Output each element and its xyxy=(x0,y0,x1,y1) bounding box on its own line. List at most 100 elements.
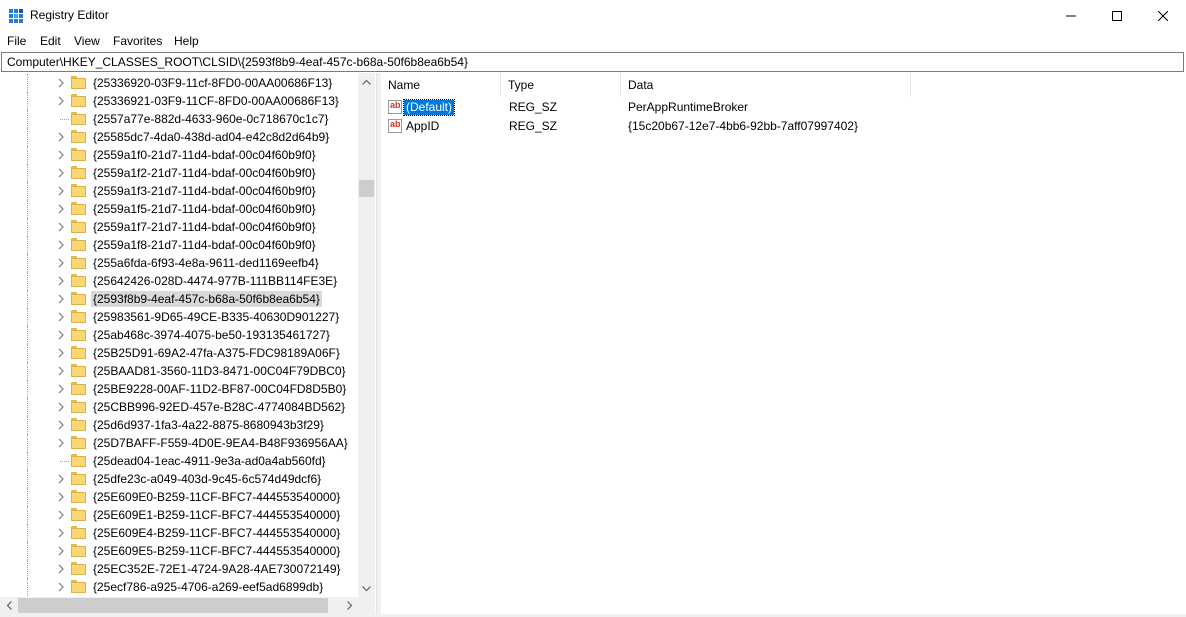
tree-item[interactable]: {25ecf786-a925-4706-a269-eef5ad6899db} xyxy=(0,578,356,596)
scroll-down-button[interactable] xyxy=(358,580,375,597)
tree-guide-line xyxy=(27,542,29,560)
expand-chevron-icon[interactable] xyxy=(56,311,66,323)
tree-item-label: {25983561-9D65-49CE-B335-40630D901227} xyxy=(93,310,340,324)
value-row[interactable]: ab AppID REG_SZ {15c20b67-12e7-4bb6-92bb-7a… xyxy=(381,117,1184,136)
tree-item[interactable]: {2559a1f5-21d7-11d4-bdaf-00c04f60b9f0} xyxy=(0,200,356,218)
expand-chevron-icon[interactable] xyxy=(56,203,66,215)
tree-item[interactable]: {25E609E5-B259-11CF-BFC7-444553540000} xyxy=(0,542,356,560)
expand-chevron-icon[interactable] xyxy=(56,95,66,107)
tree-item[interactable]: {2593f8b9-4eaf-457c-b68a-50f6b8ea6b54} xyxy=(0,290,356,308)
folder-icon xyxy=(71,526,86,539)
minimize-icon xyxy=(1066,15,1076,16)
expand-chevron-icon[interactable] xyxy=(56,329,66,341)
tree-item[interactable]: {25983561-9D65-49CE-B335-40630D901227} xyxy=(0,308,356,326)
tree-guide-line xyxy=(27,272,29,290)
minimize-button[interactable] xyxy=(1048,0,1094,31)
expand-chevron-icon[interactable] xyxy=(56,437,66,449)
vertical-scroll-thumb[interactable] xyxy=(359,180,374,197)
menu-favorites[interactable]: Favorites xyxy=(113,34,162,48)
tree-item[interactable]: {2559a1f7-21d7-11d4-bdaf-00c04f60b9f0} xyxy=(0,218,356,236)
tree-item-label: {25E609E5-B259-11CF-BFC7-444553540000} xyxy=(93,544,341,558)
tree-item[interactable]: {25dfe23c-a049-403d-9c45-6c574d49dcf6} xyxy=(0,470,356,488)
folder-icon xyxy=(71,220,86,233)
expand-chevron-icon[interactable] xyxy=(56,149,66,161)
column-header-data[interactable]: Data xyxy=(621,73,911,97)
close-button[interactable] xyxy=(1140,0,1186,31)
expand-chevron-icon[interactable] xyxy=(56,185,66,197)
values-list[interactable]: Name Type Data ab (Default) REG_SZ PerAppRu… xyxy=(381,73,1184,615)
expand-chevron-icon[interactable] xyxy=(56,257,66,269)
maximize-button[interactable] xyxy=(1094,0,1140,31)
value-row[interactable]: ab (Default) REG_SZ PerAppRuntimeBroker xyxy=(381,98,1184,117)
tree-item[interactable]: {25CBB996-92ED-457e-B28C-4774084BD562} xyxy=(0,398,356,416)
scroll-right-button[interactable] xyxy=(341,597,358,614)
string-value-icon: ab xyxy=(388,100,402,114)
tree-item[interactable]: {25336921-03F9-11CF-8FD0-00AA00686F13} xyxy=(0,92,356,110)
expand-chevron-icon[interactable] xyxy=(56,545,66,557)
tree-item[interactable]: {25585dc7-4da0-438d-ad04-e42c8d2d64b9} xyxy=(0,128,356,146)
tree-item[interactable]: {25642426-028D-4474-977B-111BB114FE3E} xyxy=(0,272,356,290)
tree-item[interactable]: {25E609E0-B259-11CF-BFC7-444553540000} xyxy=(0,488,356,506)
tree-guide-line xyxy=(27,380,29,398)
expand-chevron-icon[interactable] xyxy=(56,365,66,377)
menu-view[interactable]: View xyxy=(74,34,100,48)
tree-vertical-scrollbar[interactable] xyxy=(358,73,375,597)
value-data: PerAppRuntimeBroker xyxy=(628,100,749,114)
expand-chevron-icon[interactable] xyxy=(56,131,66,143)
tree-horizontal-scrollbar[interactable] xyxy=(0,597,358,614)
column-header-type[interactable]: Type xyxy=(501,73,621,97)
expand-chevron-icon[interactable] xyxy=(56,167,66,179)
expand-chevron-icon[interactable] xyxy=(56,239,66,251)
tree-item-label: {25dead04-1eac-4911-9e3a-ad0a4ab560fd} xyxy=(93,454,326,468)
tree-item[interactable]: {2559a1f8-21d7-11d4-bdaf-00c04f60b9f0} xyxy=(0,236,356,254)
tree-item-label: {25585dc7-4da0-438d-ad04-e42c8d2d64b9} xyxy=(93,130,330,144)
folder-icon xyxy=(71,436,86,449)
tree-item[interactable]: {25ab468c-3974-4075-be50-193135461727} xyxy=(0,326,356,344)
tree-item[interactable]: {2559a1f2-21d7-11d4-bdaf-00c04f60b9f0} xyxy=(0,164,356,182)
tree-item-label: {2559a1f5-21d7-11d4-bdaf-00c04f60b9f0} xyxy=(93,202,316,216)
chevron-left-icon xyxy=(6,601,12,610)
tree-item[interactable]: {25B25D91-69A2-47fa-A375-FDC98189A06F} xyxy=(0,344,356,362)
key-tree[interactable]: {25336920-03F9-11cf-8FD0-00AA00686F13} {2… xyxy=(0,73,376,615)
tree-item[interactable]: {25EC352E-72E1-4724-9A28-4AE730072149} xyxy=(0,560,356,578)
expand-chevron-icon[interactable] xyxy=(56,473,66,485)
tree-item[interactable]: {255a6fda-6f93-4e8a-9611-ded1169eefb4} xyxy=(0,254,356,272)
folder-icon xyxy=(71,418,86,431)
tree-guide-line xyxy=(27,362,29,380)
expand-chevron-icon[interactable] xyxy=(56,563,66,575)
tree-item[interactable]: {25D7BAFF-F559-4D0E-9EA4-B48F936956AA} xyxy=(0,434,356,452)
chevron-up-icon xyxy=(362,79,371,85)
expand-chevron-icon[interactable] xyxy=(56,275,66,287)
tree-item[interactable]: {2559a1f0-21d7-11d4-bdaf-00c04f60b9f0} xyxy=(0,146,356,164)
tree-item[interactable]: {2559a1f3-21d7-11d4-bdaf-00c04f60b9f0} xyxy=(0,182,356,200)
horizontal-scroll-thumb[interactable] xyxy=(18,598,328,613)
expand-chevron-icon[interactable] xyxy=(56,401,66,413)
expand-chevron-icon[interactable] xyxy=(56,419,66,431)
tree-item[interactable]: {25E609E4-B259-11CF-BFC7-444553540000} xyxy=(0,524,356,542)
column-header-name[interactable]: Name xyxy=(381,73,501,97)
expand-chevron-icon[interactable] xyxy=(56,221,66,233)
expand-chevron-icon[interactable] xyxy=(56,527,66,539)
tree-item[interactable]: {25BAAD81-3560-11D3-8471-00C04F79DBC0} xyxy=(0,362,356,380)
tree-item[interactable]: {25d6d937-1fa3-4a22-8875-8680943b3f29} xyxy=(0,416,356,434)
tree-item[interactable]: {2557a77e-882d-4633-960e-0c718670c1c7} xyxy=(0,110,356,128)
tree-guide-line xyxy=(27,524,29,542)
tree-item[interactable]: {25dead04-1eac-4911-9e3a-ad0a4ab560fd} xyxy=(0,452,356,470)
expand-chevron-icon[interactable] xyxy=(56,347,66,359)
scroll-up-button[interactable] xyxy=(358,73,375,90)
tree-item[interactable]: {25336920-03F9-11cf-8FD0-00AA00686F13} xyxy=(0,74,356,92)
expand-chevron-icon[interactable] xyxy=(56,293,66,305)
menu-help[interactable]: Help xyxy=(174,34,199,48)
tree-item[interactable]: {25E609E1-B259-11CF-BFC7-444553540000} xyxy=(0,506,356,524)
menu-file[interactable]: File xyxy=(7,34,26,48)
scroll-left-button[interactable] xyxy=(0,597,17,614)
expand-chevron-icon[interactable] xyxy=(56,77,66,89)
tree-guide-line xyxy=(27,326,29,344)
address-bar[interactable]: Computer\HKEY_CLASSES_ROOT\CLSID\{2593f8… xyxy=(1,52,1184,72)
expand-chevron-icon[interactable] xyxy=(56,383,66,395)
menu-edit[interactable]: Edit xyxy=(40,34,61,48)
expand-chevron-icon[interactable] xyxy=(56,509,66,521)
expand-chevron-icon[interactable] xyxy=(56,581,66,593)
tree-item[interactable]: {25BE9228-00AF-11D2-BF87-00C04FD8D5B0} xyxy=(0,380,356,398)
expand-chevron-icon[interactable] xyxy=(56,491,66,503)
